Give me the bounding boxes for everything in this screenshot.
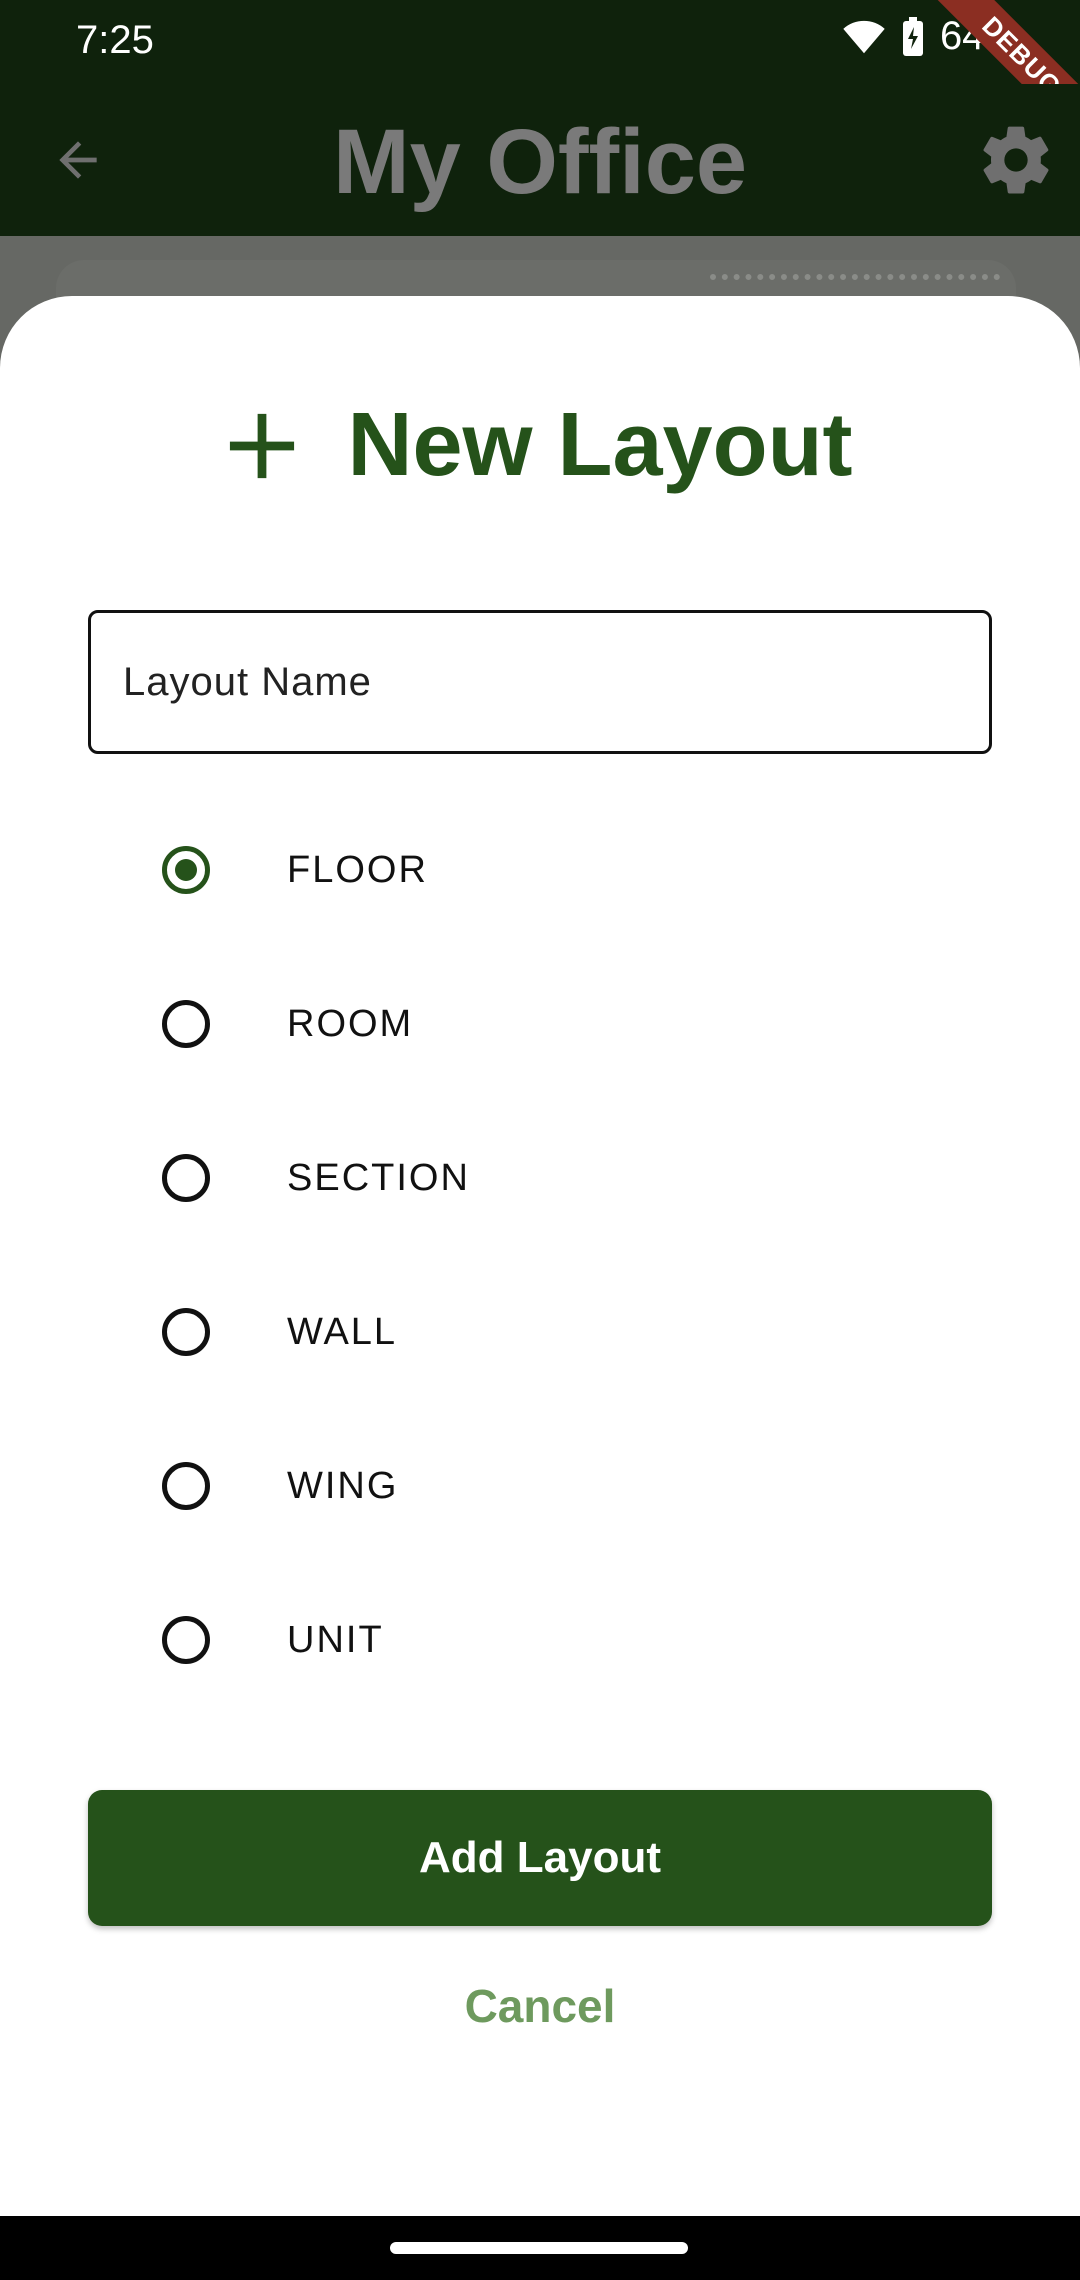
status-time: 7:25 bbox=[76, 18, 154, 62]
radio-button[interactable] bbox=[162, 1616, 210, 1664]
radio-label: WALL bbox=[287, 1310, 398, 1353]
new-layout-sheet: New Layout FLOOR ROOM SECTION WALL WING … bbox=[0, 296, 1080, 2216]
home-gesture-handle[interactable] bbox=[390, 2242, 688, 2254]
radio-option-unit[interactable]: UNIT bbox=[0, 1563, 1080, 1717]
wifi-icon bbox=[843, 20, 885, 53]
radio-option-wall[interactable]: WALL bbox=[0, 1255, 1080, 1409]
radio-label: SECTION bbox=[287, 1156, 470, 1199]
radio-label: WING bbox=[287, 1464, 399, 1507]
radio-button[interactable] bbox=[162, 1000, 210, 1048]
radio-option-section[interactable]: SECTION bbox=[0, 1101, 1080, 1255]
radio-button[interactable] bbox=[162, 1308, 210, 1356]
status-bar: 7:25 64% DEBUG bbox=[0, 0, 1080, 155]
radio-option-wing[interactable]: WING bbox=[0, 1409, 1080, 1563]
sheet-title: New Layout bbox=[0, 394, 1080, 497]
layout-type-radio-group: FLOOR ROOM SECTION WALL WING UNIT bbox=[0, 793, 1080, 1717]
cancel-button[interactable]: Cancel bbox=[340, 1956, 740, 2056]
gear-icon[interactable] bbox=[976, 120, 1056, 200]
radio-button[interactable] bbox=[162, 1154, 210, 1202]
plus-icon bbox=[230, 413, 295, 478]
radio-label: ROOM bbox=[287, 1002, 414, 1045]
radio-button[interactable] bbox=[162, 1462, 210, 1510]
radio-button-selected[interactable] bbox=[162, 846, 210, 894]
system-nav-bar bbox=[0, 2216, 1080, 2280]
battery-icon bbox=[902, 16, 923, 56]
app-bar: My Office bbox=[0, 84, 1080, 236]
add-layout-button[interactable]: Add Layout bbox=[88, 1790, 992, 1926]
radio-option-floor[interactable]: FLOOR bbox=[0, 793, 1080, 947]
layout-name-input[interactable] bbox=[88, 610, 992, 754]
radio-label: UNIT bbox=[287, 1618, 384, 1661]
sheet-title-text: New Layout bbox=[347, 395, 853, 495]
background-card-divider bbox=[710, 274, 1000, 290]
radio-option-room[interactable]: ROOM bbox=[0, 947, 1080, 1101]
radio-label: FLOOR bbox=[287, 848, 428, 891]
app-title: My Office bbox=[332, 111, 748, 213]
